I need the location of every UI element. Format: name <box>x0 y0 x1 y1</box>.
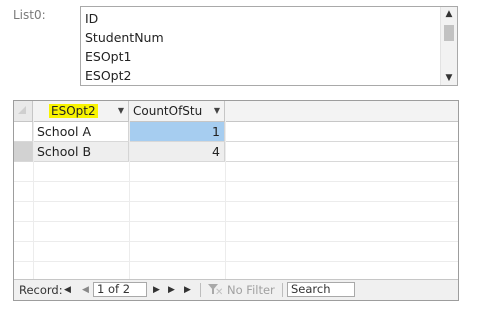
filter-x-icon: ✕ <box>215 287 224 298</box>
row-selector[interactable] <box>14 142 33 161</box>
list-item[interactable]: ESOpt1 <box>85 47 441 66</box>
list-item[interactable]: StudentNum <box>85 28 441 47</box>
grid-line <box>33 121 34 280</box>
cell-count[interactable]: 4 <box>129 142 225 161</box>
sort-dropdown-icon[interactable]: ▼ <box>118 101 124 121</box>
grid-line <box>225 121 226 280</box>
scroll-up-icon[interactable]: ▲ <box>441 7 457 21</box>
sort-dropdown-icon[interactable]: ▼ <box>214 101 220 121</box>
field-listbox[interactable]: ID StudentNum ESOpt1 ESOpt2 ▲ ▼ <box>80 6 458 86</box>
grid-line <box>14 261 458 262</box>
record-navigation-bar: Record: ◀ ◀ 1 of 2 ▶ ▶ ▶ ✕ No Filter Sea… <box>14 279 458 300</box>
scroll-down-icon[interactable]: ▼ <box>441 71 457 85</box>
no-filter-button[interactable]: No Filter <box>227 280 275 300</box>
cell-esopt2[interactable]: School A <box>33 122 129 141</box>
table-row[interactable]: School B 4 <box>14 142 458 162</box>
list-item[interactable]: ESOpt2 <box>85 66 441 85</box>
record-label: Record: <box>19 283 63 297</box>
grid-line <box>14 201 458 202</box>
column-header-label: CountOfStu <box>133 104 203 118</box>
select-all-corner[interactable] <box>14 101 33 121</box>
table-row[interactable]: School A 1 <box>14 122 458 142</box>
next-record-icon[interactable]: ▶ <box>153 280 160 300</box>
scroll-thumb[interactable] <box>444 25 454 41</box>
listbox-scrollbar[interactable]: ▲ ▼ <box>440 7 457 85</box>
column-header-countofstu[interactable]: CountOfStu ▼ <box>129 101 225 121</box>
grid-line <box>129 121 130 280</box>
list-label: List0: <box>13 8 46 22</box>
separator <box>200 283 201 297</box>
previous-record-icon[interactable]: ◀ <box>82 280 89 300</box>
grid-line <box>14 221 458 222</box>
grid-line <box>14 241 458 242</box>
search-input[interactable]: Search <box>287 282 355 297</box>
column-header-esopt2[interactable]: ESOpt2 ▼ <box>33 101 129 121</box>
filter-stem <box>212 289 214 294</box>
grid-line <box>14 181 458 182</box>
last-record-icon[interactable]: ▶ <box>168 280 175 300</box>
list-item[interactable]: ID <box>85 9 441 28</box>
datasheet: ESOpt2 ▼ CountOfStu ▼ School A 1 School … <box>13 100 459 301</box>
corner-triangle-icon <box>18 106 26 114</box>
new-record-icon[interactable]: ▶ <box>184 280 191 300</box>
first-record-icon[interactable]: ◀ <box>64 280 71 300</box>
cell-count[interactable]: 1 <box>129 122 225 141</box>
separator <box>282 283 283 297</box>
cell-esopt2[interactable]: School B <box>33 142 129 161</box>
header-row: ESOpt2 ▼ CountOfStu ▼ <box>14 101 458 122</box>
column-header-label: ESOpt2 <box>49 104 98 118</box>
record-position-input[interactable]: 1 of 2 <box>93 282 147 297</box>
row-selector[interactable] <box>14 122 33 141</box>
